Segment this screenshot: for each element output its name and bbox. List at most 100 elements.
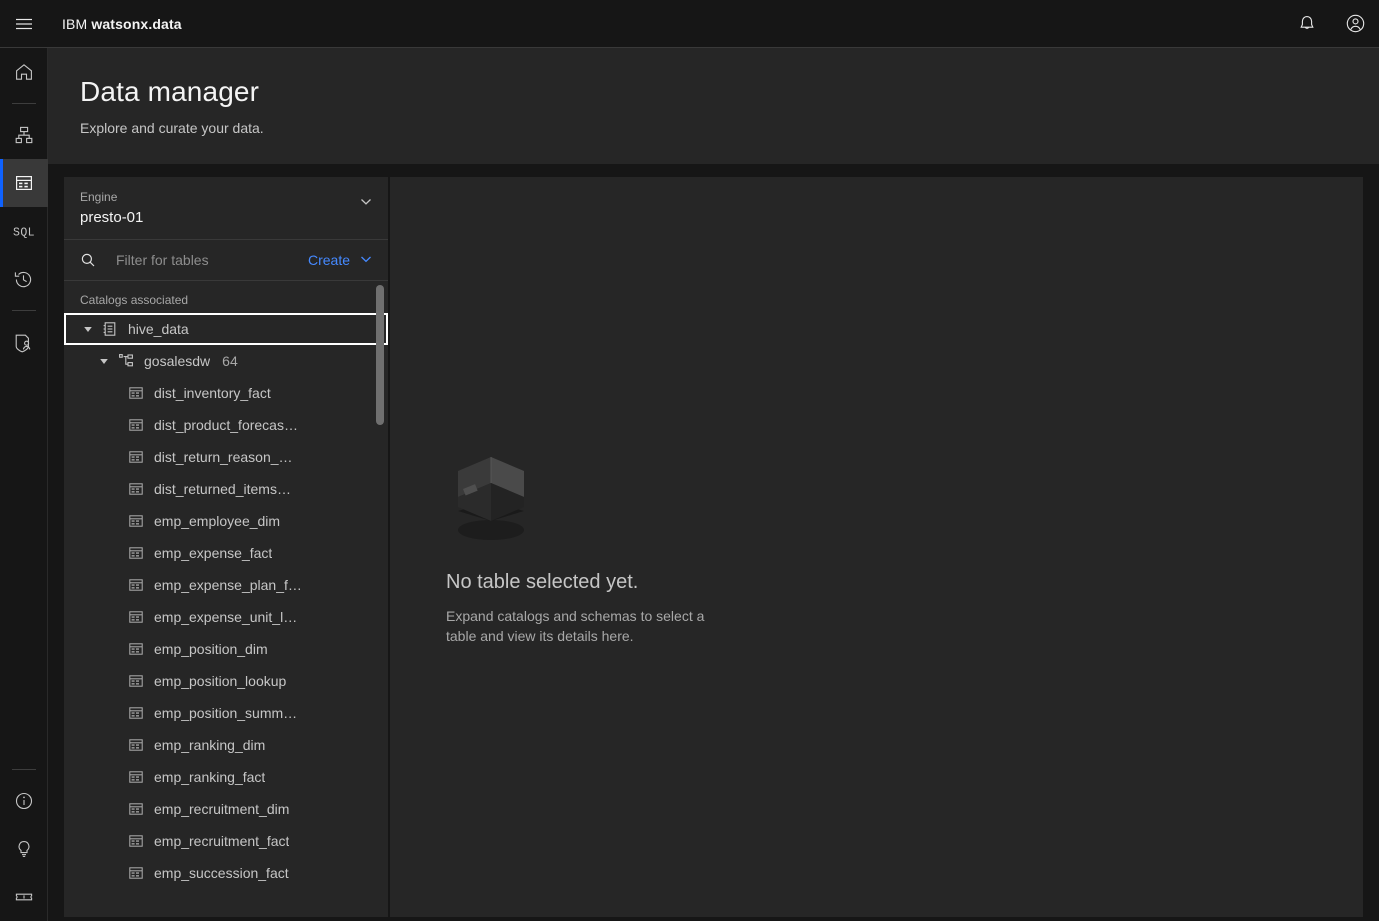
empty-box-illustration (446, 445, 536, 545)
tree-node-table[interactable]: dist_inventory_fact (64, 377, 388, 409)
tree-node-table-label: emp_recruitment_dim (154, 801, 290, 817)
table-icon (128, 641, 144, 657)
sidebar-item-query-history[interactable] (0, 255, 48, 303)
schema-icon (118, 353, 134, 369)
sidebar-item-tips[interactable] (0, 825, 48, 873)
bell-icon[interactable] (1283, 0, 1331, 47)
tree-node-table-label: emp_position_summ… (154, 705, 298, 721)
tree-node-table[interactable]: emp_recruitment_fact (64, 825, 388, 857)
table-icon (128, 865, 144, 881)
table-icon (128, 609, 144, 625)
sidebar-item-home[interactable] (0, 48, 48, 96)
tree-node-table[interactable]: emp_succession_fact (64, 857, 388, 889)
chevron-down-icon (358, 194, 374, 215)
engine-value: presto-01 (80, 209, 144, 226)
sidebar-item-access-control[interactable] (0, 318, 48, 366)
tree-node-table[interactable]: dist_return_reason_… (64, 441, 388, 473)
create-button[interactable]: Create (300, 251, 374, 270)
rail-divider (11, 769, 36, 770)
table-icon (128, 385, 144, 401)
tree-node-table-label: emp_position_dim (154, 641, 268, 657)
tree-node-table[interactable]: emp_position_lookup (64, 665, 388, 697)
empty-state-description: Expand catalogs and schemas to select a … (446, 608, 705, 644)
table-icon (128, 769, 144, 785)
table-icon (128, 801, 144, 817)
create-button-label: Create (307, 252, 350, 268)
tree-node-table[interactable]: emp_expense_plan_f… (64, 569, 388, 601)
rail-divider (11, 310, 36, 311)
table-icon (128, 545, 144, 561)
tree-node-catalog-label: hive_data (128, 321, 189, 337)
empty-state-title: No table selected yet. (446, 571, 639, 593)
page-title: Data manager (80, 76, 260, 107)
tree-node-table[interactable]: emp_ranking_dim (64, 729, 388, 761)
engine-selector[interactable]: Engine presto-01 (64, 177, 388, 240)
table-icon (128, 705, 144, 721)
tree-node-table-label: emp_succession_fact (154, 865, 289, 881)
sidebar-item-query-workspace[interactable]: SQL (0, 207, 48, 255)
tree-scrollbar-thumb[interactable] (376, 285, 384, 425)
left-nav-rail: SQL (0, 48, 48, 921)
tree-node-catalog[interactable]: hive_data (64, 313, 388, 345)
engine-label: Engine (80, 190, 118, 204)
tree-caption: Catalogs associated (80, 293, 189, 307)
table-detail-panel: No table selected yet. Expand catalogs a… (389, 177, 1363, 917)
tree-node-table-label: emp_expense_fact (154, 545, 273, 561)
rail-divider (11, 103, 36, 104)
table-icon (128, 737, 144, 753)
sidebar-item-data-manager[interactable] (0, 159, 48, 207)
tree-node-table[interactable]: emp_ranking_fact (64, 761, 388, 793)
tree-node-table[interactable]: emp_employee_dim (64, 505, 388, 537)
tree-scrollbar[interactable] (376, 285, 384, 899)
table-icon (128, 417, 144, 433)
sidebar-item-infrastructure[interactable] (0, 111, 48, 159)
tree-node-table-label: emp_expense_plan_f… (154, 577, 302, 593)
tree-node-table[interactable]: emp_position_dim (64, 633, 388, 665)
search-input[interactable] (116, 252, 300, 268)
tree-node-table-label: emp_ranking_dim (154, 737, 266, 753)
table-icon (128, 449, 144, 465)
brand-name: watsonx.data (91, 15, 182, 32)
table-icon (128, 513, 144, 529)
caret-down-icon[interactable] (80, 321, 96, 337)
tree-node-schema-count: 64 (222, 353, 238, 369)
tree-node-table[interactable]: dist_product_forecas… (64, 409, 388, 441)
table-node-list: dist_inventory_fact dist_product_forecas…… (64, 377, 388, 889)
tree-node-table-label: emp_recruitment_fact (154, 833, 290, 849)
tree-node-table[interactable]: emp_expense_fact (64, 537, 388, 569)
catalog-tree-panel: Engine presto-01 Create (64, 177, 388, 917)
page-header-band: Data manager Explore and curate your dat… (48, 48, 1379, 165)
user-avatar-icon[interactable] (1331, 0, 1379, 47)
brand-title[interactable]: IBM watsonx.data (62, 16, 182, 32)
filter-row: Create (64, 240, 388, 281)
svg-text:SQL: SQL (13, 227, 35, 240)
catalog-icon (102, 321, 118, 337)
table-icon (128, 577, 144, 593)
tree-node-table-label: emp_position_lookup (154, 673, 287, 689)
header-actions (1283, 0, 1379, 47)
app-header: IBM watsonx.data (0, 0, 1379, 48)
brand-prefix: IBM (62, 15, 88, 32)
tree-node-table-label: dist_returned_items… (154, 481, 291, 497)
tree-node-table-label: dist_return_reason_… (154, 449, 293, 465)
sidebar-item-whats-new[interactable] (0, 873, 48, 921)
tree-node-schema[interactable]: gosalesdw 64 (64, 345, 388, 377)
tree-node-table[interactable]: emp_recruitment_dim (64, 793, 388, 825)
sidebar-item-about[interactable] (0, 777, 48, 825)
tree-node-table-label: dist_product_forecas… (154, 417, 298, 433)
page-subtitle: Explore and curate your data. (80, 120, 264, 136)
tree-node-table[interactable]: emp_position_summ… (64, 697, 388, 729)
table-icon (128, 673, 144, 689)
chevron-down-icon (358, 251, 374, 270)
tree-node-table[interactable]: dist_returned_items… (64, 473, 388, 505)
tree-scroll-region[interactable]: Catalogs associated hive_data gosalesdw … (64, 281, 388, 917)
tree-node-table-label: emp_employee_dim (154, 513, 281, 529)
search-icon (78, 250, 98, 270)
tree-node-table[interactable]: emp_expense_unit_l… (64, 601, 388, 633)
table-icon (128, 833, 144, 849)
tree-node-table-label: emp_expense_unit_l… (154, 609, 298, 625)
caret-down-icon[interactable] (96, 353, 112, 369)
empty-state: No table selected yet. Expand catalogs a… (446, 445, 906, 646)
hamburger-menu-icon[interactable] (0, 0, 48, 47)
table-icon (128, 481, 144, 497)
